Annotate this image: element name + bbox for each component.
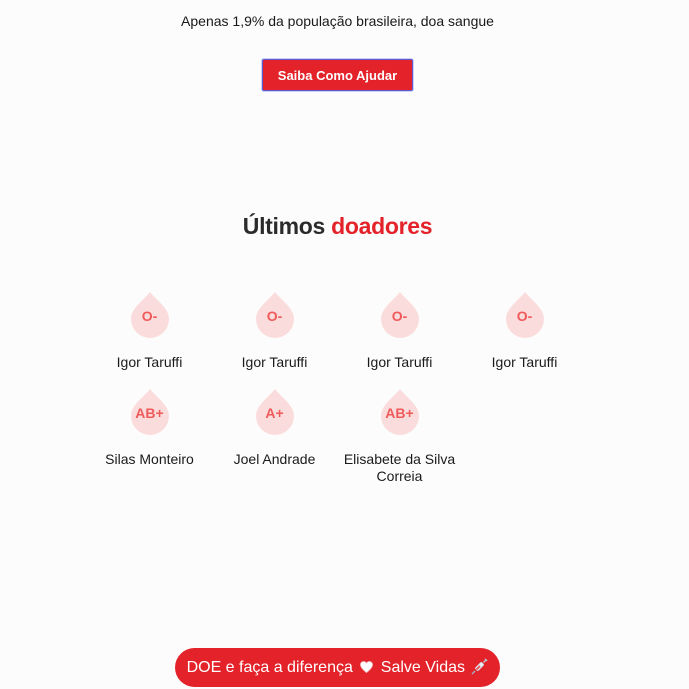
section-title-main: Últimos xyxy=(242,213,326,239)
donor-name: Igor Taruffi xyxy=(491,354,558,370)
learn-how-to-help-button[interactable]: Saiba Como Ajudar xyxy=(261,59,414,91)
syringe-icon xyxy=(471,658,489,675)
blood-drop-icon: O- xyxy=(254,290,296,338)
blood-type: O- xyxy=(516,308,533,324)
banner-text-secondary: Salve Vidas xyxy=(380,659,465,676)
heart-icon xyxy=(360,661,374,673)
blood-drop-icon: O- xyxy=(379,290,421,338)
donate-banner[interactable]: DOE e faça a diferença Salve Vidas xyxy=(174,648,501,687)
donor-card: AB+ Elisabete da Silva Correia xyxy=(337,387,462,485)
donor-name: Elisabete da Silva Correia xyxy=(343,451,456,484)
donor-card: A+ Joel Andrade xyxy=(212,387,337,485)
donor-name: Silas Monteiro xyxy=(105,451,194,467)
blood-type: AB+ xyxy=(135,405,164,421)
donor-name: Igor Taruffi xyxy=(116,354,183,370)
blood-type: O- xyxy=(266,308,283,324)
blood-type: O- xyxy=(391,308,408,324)
donor-card: O- Igor Taruffi xyxy=(212,290,337,371)
cta-wrap: Saiba Como Ajudar xyxy=(0,59,675,91)
donor-name: Igor Taruffi xyxy=(366,354,433,370)
donor-name: Igor Taruffi xyxy=(241,354,308,370)
donor-name: Joel Andrade xyxy=(233,451,316,467)
blood-drop-icon: O- xyxy=(504,290,546,338)
blood-drop-icon: O- xyxy=(129,290,171,338)
blood-type: O- xyxy=(141,308,158,324)
blood-drop-icon: AB+ xyxy=(379,387,421,435)
footer-banner-wrap: DOE e faça a diferença Salve Vidas xyxy=(0,648,675,687)
blood-type: AB+ xyxy=(385,405,414,421)
blood-drop-icon: AB+ xyxy=(129,387,171,435)
section-title: Últimos doadores xyxy=(0,213,675,240)
donor-card: O- Igor Taruffi xyxy=(87,290,212,371)
donor-card: O- Igor Taruffi xyxy=(462,290,587,371)
donors-grid: O- Igor Taruffi O- Igor Taruffi O- Igor … xyxy=(87,290,587,485)
donor-card: AB+ Silas Monteiro xyxy=(87,387,212,485)
section-title-accent: doadores xyxy=(331,213,433,239)
banner-text-main: DOE e faça a diferença xyxy=(186,659,353,676)
blood-type: A+ xyxy=(265,405,284,421)
donor-card: O- Igor Taruffi xyxy=(337,290,462,371)
blood-drop-icon: A+ xyxy=(254,387,296,435)
hero-tagline: Apenas 1,9% da população brasileira, doa… xyxy=(181,13,494,29)
page: Apenas 1,9% da população brasileira, doa… xyxy=(0,0,689,689)
